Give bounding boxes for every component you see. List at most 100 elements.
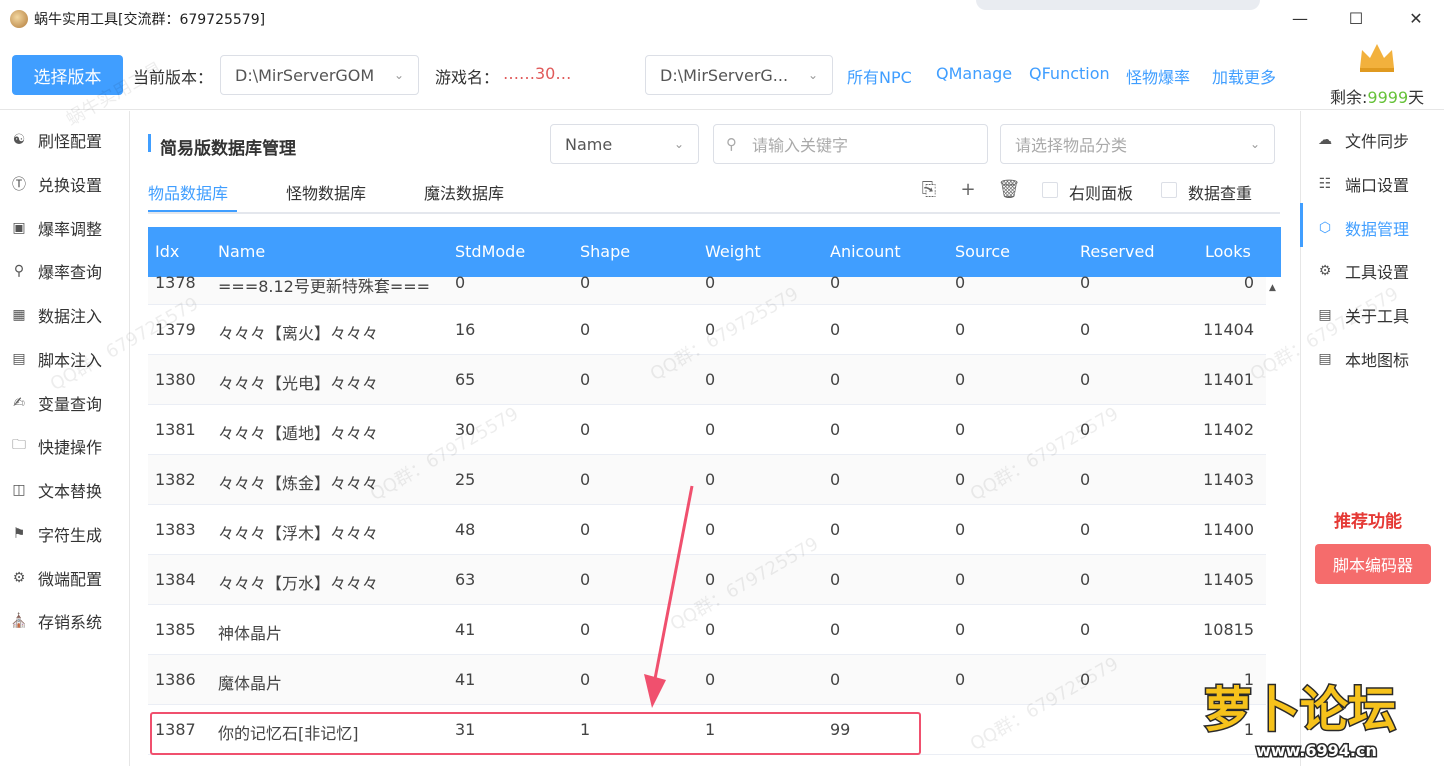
cell-stdmode: 63 <box>455 570 476 589</box>
table-row[interactable]: 1385 神体晶片 41 0 0 0 0 0 10815 <box>148 605 1266 655</box>
cell-reserved: 0 <box>1080 570 1091 589</box>
col-name[interactable]: Name <box>218 242 265 261</box>
nav-script-inject[interactable]: ▤ 脚本注入 <box>10 347 102 371</box>
cell-anicount: 0 <box>830 520 841 539</box>
nav-quick-actions[interactable]: 🗀 快捷操作 <box>10 434 102 458</box>
table-row[interactable]: 1381 々々々【遁地】々々々 30 0 0 0 0 0 11402 <box>148 405 1266 455</box>
cell-weight: 0 <box>705 320 716 339</box>
cell-looks: 0 <box>1243 273 1254 292</box>
right-panel-checkbox[interactable] <box>1042 182 1058 198</box>
nav-port-settings[interactable]: ☷ 端口设置 <box>1315 172 1409 196</box>
store-icon: ⛪ <box>10 613 28 629</box>
top-toolbar: 选择版本 当前版本： D:\MirServerGOM ⌄ 游戏名： ……30… … <box>0 40 1444 110</box>
table-row[interactable]: 1384 々々々【万水】々々々 63 0 0 0 0 0 11405 <box>148 555 1266 605</box>
nav-drop-rate-query[interactable]: ⚲ 爆率查询 <box>10 259 102 283</box>
title-accent-bar <box>148 134 151 152</box>
nav-label: 脚本注入 <box>38 351 103 370</box>
trash-icon[interactable]: 🗑 <box>998 178 1021 200</box>
tab-item-db[interactable]: 物品数据库 <box>148 180 228 204</box>
cell-reserved: 0 <box>1080 420 1091 439</box>
nav-exchange-settings[interactable]: Ⓣ 兑换设置 <box>10 172 102 196</box>
table-row[interactable]: 1382 々々々【炼金】々々々 25 0 0 0 0 0 11403 <box>148 455 1266 505</box>
lock-icon: ⚑ <box>12 526 26 542</box>
col-looks[interactable]: Looks <box>1205 242 1251 261</box>
dedupe-checkbox[interactable] <box>1161 182 1177 198</box>
nav-variable-query[interactable]: ✍ 变量查询 <box>10 391 102 415</box>
tab-magic-db[interactable]: 魔法数据库 <box>424 180 504 204</box>
scroll-up-arrow-icon[interactable]: ▲ <box>1269 283 1276 293</box>
link-qfunction[interactable]: QFunction <box>1029 64 1110 83</box>
maximize-button[interactable]: ☐ <box>1341 4 1371 32</box>
table-row[interactable]: 1386 魔体晶片 41 0 0 0 0 0 1 <box>148 655 1266 705</box>
version-select[interactable]: D:\MirServerGOM ⌄ <box>220 55 419 95</box>
nav-label: 端口设置 <box>1345 176 1410 195</box>
cell-anicount: 0 <box>830 420 841 439</box>
nav-spawn-config[interactable]: ☯ 刷怪配置 <box>10 128 102 152</box>
cell-weight: 0 <box>705 470 716 489</box>
search-icon: ⚲ <box>726 135 737 153</box>
script-encoder-button[interactable]: 脚本编码器 <box>1315 544 1431 584</box>
cell-reserved: 0 <box>1080 370 1091 389</box>
nav-about-tool[interactable]: ▤ 关于工具 <box>1315 303 1409 327</box>
link-load-more[interactable]: 加载更多 <box>1212 64 1276 88</box>
close-button[interactable]: ✕ <box>1401 4 1431 32</box>
nav-char-generate[interactable]: ⚑ 字符生成 <box>10 522 102 546</box>
dedupe-label: 数据查重 <box>1188 184 1253 203</box>
filter-field-select[interactable]: Name ⌄ <box>550 124 699 164</box>
minimize-button[interactable]: — <box>1285 4 1315 32</box>
logo-url: www.6994.cn <box>1256 741 1377 760</box>
col-weight[interactable]: Weight <box>705 242 761 261</box>
link-qmanage[interactable]: QManage <box>936 64 1012 83</box>
nav-label: 关于工具 <box>1345 307 1410 326</box>
cell-shape: 0 <box>580 570 591 589</box>
tab-monster-db[interactable]: 怪物数据库 <box>286 180 366 204</box>
nav-data-inject[interactable]: ▦ 数据注入 <box>10 303 102 327</box>
remaining-number: 9999 <box>1367 88 1409 107</box>
search-input[interactable]: ⚲ 请输入关键字 <box>713 124 988 164</box>
col-shape[interactable]: Shape <box>580 242 630 261</box>
cell-source: 0 <box>955 273 966 292</box>
col-idx[interactable]: Idx <box>155 242 179 261</box>
category-select[interactable]: 请选择物品分类 ⌄ <box>1000 124 1275 164</box>
cell-idx: 1385 <box>155 620 196 639</box>
cell-looks: 11405 <box>1203 570 1254 589</box>
col-anicount[interactable]: Anicount <box>830 242 901 261</box>
table-row[interactable]: 1378 ===8.12号更新特殊套=== 0 0 0 0 0 0 0 <box>148 273 1266 305</box>
nav-local-icons[interactable]: ▤ 本地图标 <box>1315 347 1409 371</box>
table-row[interactable]: 1379 々々々【离火】々々々 16 0 0 0 0 0 11404 <box>148 305 1266 355</box>
select-version-button[interactable]: 选择版本 <box>12 55 123 95</box>
cell-source: 0 <box>955 570 966 589</box>
nav-micro-client[interactable]: ⚙ 微端配置 <box>10 566 102 590</box>
cell-source: 0 <box>955 320 966 339</box>
nav-tool-settings[interactable]: ⚙ 工具设置 <box>1315 259 1409 283</box>
link-monster-drop[interactable]: 怪物爆率 <box>1126 64 1190 88</box>
document-icon: ▤ <box>1318 351 1332 367</box>
snail-app-icon <box>10 10 28 28</box>
cell-idx: 1379 <box>155 320 196 339</box>
add-icon[interactable]: + <box>957 178 979 200</box>
title-bar: 蜗牛实用工具[交流群：679725579] — ☐ ✕ <box>0 0 1444 36</box>
import-icon[interactable]: ⎘ <box>918 178 940 200</box>
nav-storage-system[interactable]: ⛪ 存销系统 <box>10 609 102 633</box>
table-row[interactable]: 1383 々々々【浮木】々々々 48 0 0 0 0 0 11400 <box>148 505 1266 555</box>
cell-source: 0 <box>955 670 966 689</box>
table-row[interactable]: 1380 々々々【光电】々々々 65 0 0 0 0 0 11401 <box>148 355 1266 405</box>
spawn-icon: ☯ <box>12 132 26 148</box>
chevron-down-icon: ⌄ <box>393 68 404 82</box>
link-all-npc[interactable]: 所有NPC <box>847 64 912 88</box>
chevron-down-icon: ⌄ <box>673 137 684 151</box>
nav-drop-rate-adjust[interactable]: ▣ 爆率调整 <box>10 216 102 240</box>
cell-name: 々々々【遁地】々々々 <box>218 424 379 443</box>
tab-underline <box>148 210 237 212</box>
nav-label: 本地图标 <box>1345 351 1410 370</box>
col-stdmode[interactable]: StdMode <box>455 242 525 261</box>
database-tabs: 物品数据库 怪物数据库 魔法数据库 ⎘ + 🗑 右则面板 数据查重 <box>148 170 1280 214</box>
cell-stdmode: 30 <box>455 420 476 439</box>
server-path-select[interactable]: D:\MirServerG... ⌄ <box>645 55 833 95</box>
nav-file-sync[interactable]: ☁ 文件同步 <box>1315 128 1409 152</box>
nav-data-management[interactable]: ⬡ 数据管理 <box>1315 216 1409 240</box>
col-reserved[interactable]: Reserved <box>1080 242 1154 261</box>
nav-text-replace[interactable]: ◫ 文本替换 <box>10 478 102 502</box>
col-source[interactable]: Source <box>955 242 1010 261</box>
game-name-value: ……30… <box>503 64 572 83</box>
